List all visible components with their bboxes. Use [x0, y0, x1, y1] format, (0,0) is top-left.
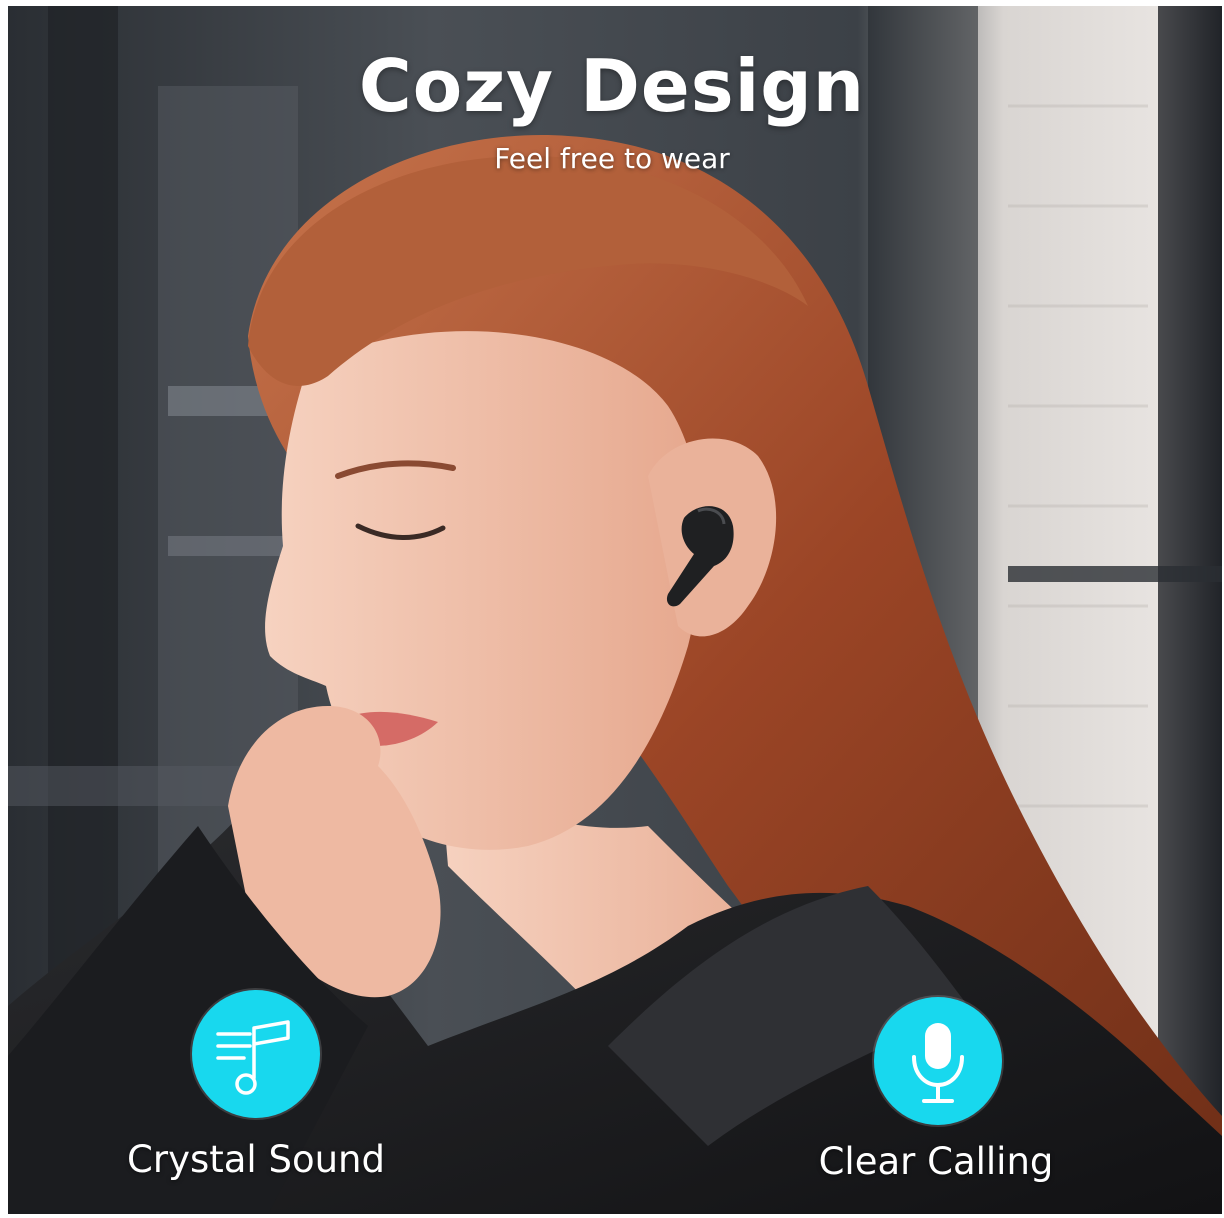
- music-note-icon: [192, 990, 320, 1118]
- product-photo: [8, 6, 1222, 1214]
- feature-label-crystal-sound: Crystal Sound: [127, 1138, 385, 1181]
- woman-wearing-earbud-image: [8, 6, 1222, 1214]
- page-subtitle: Feel free to wear: [494, 142, 730, 175]
- feature-label-clear-calling: Clear Calling: [818, 1140, 1054, 1183]
- microphone-icon: [874, 997, 1002, 1125]
- page-title: Cozy Design: [358, 44, 866, 128]
